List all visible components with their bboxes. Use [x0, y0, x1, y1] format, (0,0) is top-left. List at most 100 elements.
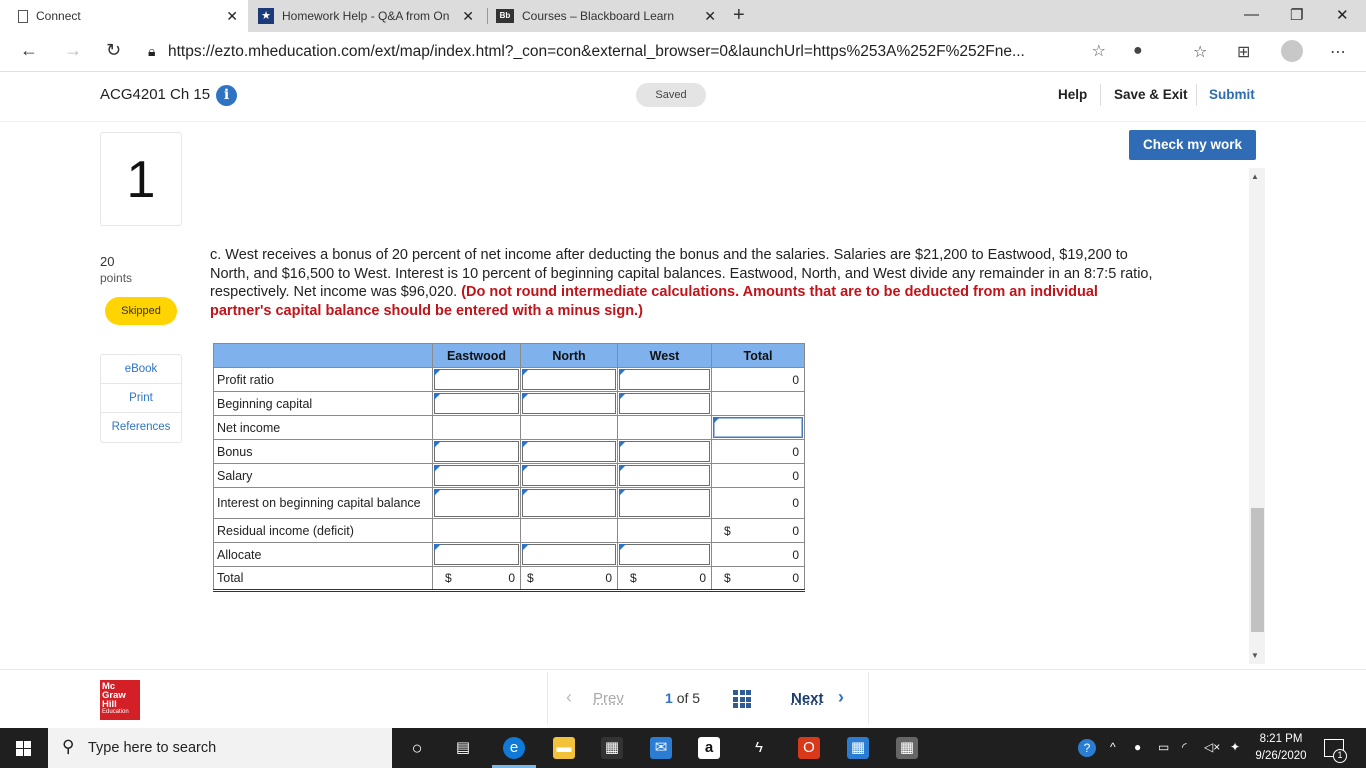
lock-icon: 🔒︎	[148, 43, 156, 59]
info-icon[interactable]: i	[216, 85, 237, 106]
beginning-capital-north-input[interactable]	[522, 393, 616, 414]
cell: 0	[711, 367, 805, 392]
task-view-icon[interactable]: ▤	[452, 737, 474, 759]
column-header-eastwood: Eastwood	[432, 343, 521, 368]
income-allocation-table: Eastwood North West Total Profit ratio 0…	[213, 343, 805, 592]
edge-browser-icon[interactable]: e	[503, 737, 525, 759]
favorites-list-icon[interactable]: ☆	[1193, 42, 1207, 62]
beginning-capital-eastwood-input[interactable]	[434, 393, 519, 414]
file-explorer-icon[interactable]: ▬	[553, 737, 575, 759]
tab-homework-help[interactable]: ★ Homework Help - Q&A from On ✕	[252, 0, 484, 32]
forward-icon[interactable]: →	[64, 40, 82, 61]
tab-blackboard[interactable]: Bb Courses – Blackboard Learn ✕	[490, 0, 726, 32]
net-income-total-input[interactable]	[713, 417, 803, 438]
flag-icon	[434, 489, 441, 496]
bonus-west-input[interactable]	[619, 441, 710, 462]
table-row: Profit ratio 0	[213, 367, 805, 392]
flag-icon	[522, 544, 529, 551]
flag-icon	[434, 393, 441, 400]
minimize-icon[interactable]: —	[1244, 6, 1259, 23]
mail-icon[interactable]: ✉	[650, 737, 672, 759]
of-label: of	[676, 690, 689, 706]
calendar-icon[interactable]: ▦	[847, 737, 869, 759]
more-menu-icon[interactable]: ⋯	[1330, 42, 1346, 62]
row-label-allocate: Allocate	[213, 542, 433, 567]
dropbox-icon[interactable]: ✦	[1230, 740, 1240, 754]
url-field[interactable]: 🔒︎ https://ezto.mheducation.com/ext/map/…	[140, 38, 1112, 66]
taskbar-clock[interactable]: 8:21 PM 9/26/2020	[1251, 731, 1311, 765]
ebook-link[interactable]: eBook	[101, 355, 181, 384]
allocate-north-input[interactable]	[522, 544, 616, 565]
restore-icon[interactable]: ❐	[1290, 6, 1303, 24]
row-label-net-income: Net income	[213, 415, 433, 440]
wifi-icon[interactable]: ◜	[1182, 740, 1187, 754]
salary-north-input[interactable]	[522, 465, 616, 486]
clock-time: 8:21 PM	[1259, 733, 1303, 745]
profit-ratio-north-input[interactable]	[522, 369, 616, 390]
column-header-north: North	[520, 343, 618, 368]
interest-west-input[interactable]	[619, 489, 710, 517]
new-tab-icon[interactable]: +	[733, 4, 745, 27]
cell	[520, 391, 618, 416]
profit-ratio-eastwood-input[interactable]	[434, 369, 519, 390]
scrollbar-thumb[interactable]	[1251, 508, 1264, 632]
profit-ratio-west-input[interactable]	[619, 369, 710, 390]
url-text: https://ezto.mheducation.com/ext/map/ind…	[168, 43, 1025, 60]
prev-button[interactable]: Prev	[593, 690, 624, 707]
cell	[520, 439, 618, 464]
cell: $0	[711, 566, 805, 592]
extension-circle-icon[interactable]: ●	[1133, 42, 1143, 60]
chevron-up-icon[interactable]: ^	[1110, 740, 1116, 754]
allocate-eastwood-input[interactable]	[434, 544, 519, 565]
chevron-right-icon[interactable]: ›	[838, 687, 844, 708]
scroll-down-icon[interactable]: ▼	[1251, 651, 1259, 660]
browser-tab-bar: Connect ✕ ★ Homework Help - Q&A from On …	[0, 0, 1366, 32]
question-grid-icon[interactable]	[733, 690, 751, 708]
profile-avatar[interactable]	[1281, 40, 1303, 62]
network-icon[interactable]: ●	[1134, 740, 1141, 754]
address-bar: ← → ↻ 🔒︎ https://ezto.mheducation.com/ex…	[0, 32, 1366, 72]
references-link[interactable]: References	[101, 413, 181, 442]
help-link[interactable]: Help	[1058, 87, 1087, 102]
save-exit-link[interactable]: Save & Exit	[1114, 87, 1188, 102]
salary-west-input[interactable]	[619, 465, 710, 486]
close-window-icon[interactable]: ✕	[1336, 6, 1349, 24]
collections-icon[interactable]: ⊞	[1237, 42, 1250, 62]
battery-icon[interactable]: ▭	[1158, 740, 1169, 754]
back-icon[interactable]: ←	[20, 40, 38, 61]
amazon-icon[interactable]: a	[698, 737, 720, 759]
taskbar-search-input[interactable]: ⚲ Type here to search	[48, 728, 392, 768]
bonus-north-input[interactable]	[522, 441, 616, 462]
scroll-up-icon[interactable]: ▲	[1251, 172, 1259, 181]
close-icon[interactable]: ✕	[462, 8, 474, 25]
calculator-icon[interactable]: ▦	[896, 737, 918, 759]
windows-start-icon[interactable]	[16, 741, 31, 756]
store-icon[interactable]: ▦	[601, 737, 623, 759]
close-icon[interactable]: ✕	[226, 8, 238, 25]
close-icon[interactable]: ✕	[704, 8, 716, 25]
beginning-capital-west-input[interactable]	[619, 393, 710, 414]
next-button[interactable]: Next	[791, 690, 824, 707]
check-my-work-button[interactable]: Check my work	[1129, 130, 1256, 160]
interest-eastwood-input[interactable]	[434, 489, 519, 517]
print-link[interactable]: Print	[101, 384, 181, 413]
cortana-icon[interactable]: ○	[406, 737, 428, 759]
allocate-west-input[interactable]	[619, 544, 710, 565]
pulse-icon[interactable]: ϟ	[748, 737, 770, 759]
favorite-star-icon[interactable]: ☆	[1092, 41, 1106, 61]
row-label-interest: Interest on beginning capital balance	[213, 487, 433, 519]
tab-connect[interactable]: Connect ✕	[0, 0, 248, 32]
help-tray-icon[interactable]: ?	[1078, 739, 1096, 757]
interest-north-input[interactable]	[522, 489, 616, 517]
refresh-icon[interactable]: ↻	[106, 40, 121, 61]
submit-link[interactable]: Submit	[1209, 87, 1255, 102]
table-row: Allocate 0	[213, 542, 805, 567]
bonus-eastwood-input[interactable]	[434, 441, 519, 462]
interest-total: 0	[792, 496, 799, 510]
cell	[432, 463, 521, 488]
volume-icon[interactable]: ◁×	[1204, 740, 1220, 754]
office-icon[interactable]: O	[798, 737, 820, 759]
row-label-profit-ratio: Profit ratio	[213, 367, 433, 392]
salary-eastwood-input[interactable]	[434, 465, 519, 486]
cell	[432, 487, 521, 519]
